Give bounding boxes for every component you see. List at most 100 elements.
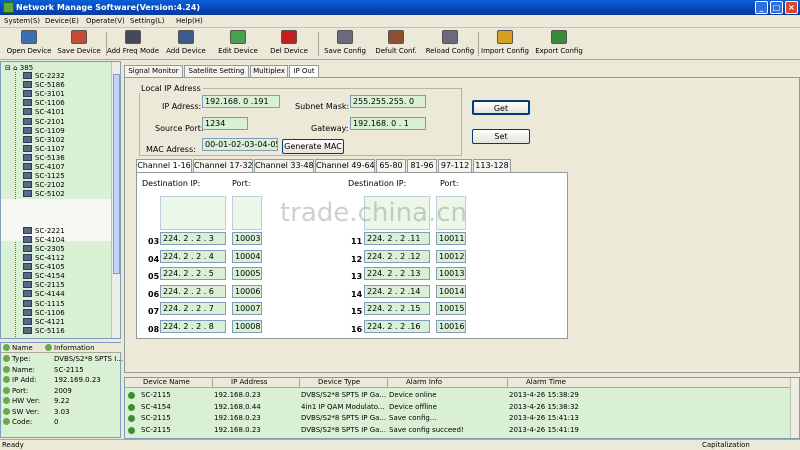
tab-channel-81-96[interactable]: 81-96 (407, 159, 437, 172)
tree-item[interactable]: SC-4112 (23, 254, 65, 263)
channel-port-field[interactable]: 10015 (436, 302, 466, 316)
alarm-row[interactable]: SC-2115 192.168.0.23 DVBS/S2*8 SPTS IP Ga.… (125, 413, 791, 424)
channel-dest-ip-field[interactable]: 224. 2 . 2 .14 (364, 284, 430, 298)
channel-port-field[interactable]: 10012 (436, 249, 466, 263)
tree-root[interactable]: ⊟ ⌂ 385 (5, 64, 33, 72)
tree-item[interactable]: SC-3101 (23, 90, 65, 99)
tree-item[interactable]: SC-4154 (23, 272, 65, 281)
source-port-field[interactable]: 1234 (202, 117, 248, 130)
close-button[interactable]: × (785, 1, 798, 14)
del-device-button[interactable]: Del Device (260, 30, 318, 59)
channel-dest-ip-field[interactable]: 224. 2 . 2 . 3 (160, 232, 226, 245)
channel-port-field[interactable]: 10011 (436, 232, 466, 245)
add-device-button[interactable]: Add Device (157, 30, 215, 59)
channel-port-field[interactable]: 10003 (232, 232, 262, 245)
alarm-scrollbar[interactable] (790, 378, 799, 438)
channel-dest-ip-field[interactable]: 224. 2 . 2 .13 (364, 267, 430, 281)
tree-item[interactable]: SC-4107 (23, 163, 65, 172)
tree-item[interactable]: SC-5186 (23, 81, 65, 90)
tree-item[interactable]: SC-4144 (23, 290, 65, 299)
channel-dest-ip-field[interactable]: 224. 2 . 2 . 6 (160, 284, 226, 298)
menu-device[interactable]: Device(E) (45, 17, 79, 25)
set-button[interactable]: Set (472, 129, 530, 144)
tree-item[interactable]: SC-4101 (23, 108, 65, 117)
default-config-button[interactable]: Defult Conf. (367, 30, 425, 59)
channel-dest-ip-field[interactable]: 224. 2 . 2 . 7 (160, 302, 226, 316)
channel-port-field[interactable]: 10016 (436, 320, 466, 333)
mac-address-field[interactable]: 00-01-02-03-04-05 (202, 138, 278, 151)
tree-item[interactable]: SC-2221 (23, 226, 65, 236)
col-alarm-info[interactable]: Alarm Info (388, 378, 508, 388)
channel-port-field[interactable]: 10007 (232, 302, 262, 316)
channel-dest-ip-field[interactable]: 224. 2 . 2 .12 (364, 249, 430, 263)
generate-mac-button[interactable]: Generate MAC (282, 139, 344, 154)
channel-dest-ip-field[interactable]: 224. 2 . 2 . 8 (160, 320, 226, 333)
tab-channel-65-80[interactable]: 65-80 (376, 159, 406, 172)
save-device-button[interactable]: Save Device (50, 30, 108, 59)
channel-port-field[interactable]: 10014 (436, 284, 466, 298)
menu-system[interactable]: System(S) (4, 17, 40, 25)
tree-item[interactable]: SC-1106 (23, 99, 65, 108)
tab-channel-33-48[interactable]: Channel 33-48 (254, 159, 314, 172)
tab-multiplex[interactable]: Multiplex (250, 65, 288, 77)
tab-channel-49-64[interactable]: Channel 49-64 (315, 159, 375, 172)
tab-signal-monitor[interactable]: Signal Monitor (124, 65, 183, 77)
subnet-mask-field[interactable]: 255.255.255. 0 (350, 95, 426, 108)
info-header-name[interactable]: Name (3, 344, 33, 352)
channel-port-field[interactable]: 10008 (232, 320, 262, 333)
alarm-row[interactable]: SC-4154 192.168.0.44 4in1 IP QAM Modulato.… (125, 402, 791, 413)
tree-item[interactable]: SC-5116 (23, 326, 65, 336)
maximize-button[interactable]: □ (770, 1, 783, 14)
channel-dest-ip-field[interactable]: 224. 2 . 2 .15 (364, 302, 430, 316)
info-header-information[interactable]: Information (45, 344, 95, 352)
tree-item[interactable]: SC-1107 (23, 144, 65, 154)
tab-satellite-setting[interactable]: Satellite Setting (184, 65, 249, 77)
col-ip-address[interactable]: IP Address (213, 378, 300, 388)
add-freq-mode-button[interactable]: Add Freq Mode (104, 30, 162, 59)
minimize-button[interactable]: _ (755, 1, 768, 14)
edit-device-button[interactable]: Edit Device (209, 30, 267, 59)
col-alarm-time[interactable]: Alarm Time (508, 378, 791, 388)
menu-operate[interactable]: Operate(V) (86, 17, 125, 25)
channel-port-field[interactable]: 10005 (232, 267, 262, 281)
tab-channel-113-128[interactable]: 113-128 (473, 159, 511, 172)
channel-dest-ip-field[interactable]: 224. 2 . 2 . 5 (160, 267, 226, 281)
gateway-field[interactable]: 192.168. 0 . 1 (350, 117, 426, 130)
tree-item[interactable]: SC-4121 (23, 317, 65, 327)
channel-port-field[interactable]: 10004 (232, 249, 262, 263)
alarm-row[interactable]: SC-2115 192.168.0.23 DVBS/S2*8 SPTS IP Ga.… (125, 425, 791, 436)
tree-item[interactable]: SC-1106 (23, 308, 65, 318)
tree-item[interactable]: SC-3102 (23, 135, 65, 145)
get-button[interactable]: Get (472, 100, 530, 115)
tree-item[interactable]: SC-2115 (23, 281, 65, 290)
tree-item[interactable]: SC-2101 (23, 117, 65, 127)
tree-item[interactable]: SC-1125 (23, 172, 65, 181)
channel-port-field[interactable]: 10013 (436, 267, 466, 281)
tab-channel-17-32[interactable]: Channel 17-32 (193, 159, 253, 172)
tree-item[interactable]: SC-1109 (23, 126, 65, 136)
channel-dest-ip-field[interactable]: 224. 2 . 2 .16 (364, 320, 430, 333)
tab-channel-97-112[interactable]: 97-112 (438, 159, 472, 172)
alarm-row[interactable]: SC-2115 192.168.0.23 DVBS/S2*8 SPTS IP Ga.… (125, 390, 791, 401)
channel-dest-ip-field[interactable]: 224. 2 . 2 .11 (364, 232, 430, 245)
tree-item[interactable]: SC-2102 (23, 181, 65, 190)
col-device-name[interactable]: Device Name (125, 378, 213, 388)
save-config-button[interactable]: Save Config (316, 30, 374, 59)
tab-channel-1-16[interactable]: Channel 1-16 (136, 159, 192, 173)
tree-item[interactable]: SC-4105 (23, 263, 65, 272)
tree-item[interactable]: SC-2305 (23, 244, 65, 254)
export-config-button[interactable]: Export Config (530, 30, 588, 59)
menu-setting[interactable]: Setting(L) (130, 17, 164, 25)
device-tree[interactable]: ⊟ ⌂ 385 SC-2232 SC-5186 SC-3101 SC-1106 SC-4… (0, 61, 121, 339)
tree-scrollbar[interactable] (111, 62, 120, 338)
channel-dest-ip-field[interactable]: 224. 2 . 2 . 4 (160, 249, 226, 263)
scrollbar-thumb[interactable] (113, 74, 120, 274)
tree-item[interactable]: SC-1115 (23, 299, 65, 309)
tree-item[interactable]: SC-4104 (23, 235, 65, 245)
tree-item[interactable]: SC-2232 (23, 72, 65, 81)
import-config-button[interactable]: Import Config (476, 30, 534, 59)
tree-item[interactable]: SC-5136 (23, 153, 65, 163)
menu-help[interactable]: Help(H) (176, 17, 203, 25)
tree-item[interactable]: SC-5102 (23, 190, 65, 199)
ip-address-field[interactable]: 192.168. 0 .191 (202, 95, 280, 108)
